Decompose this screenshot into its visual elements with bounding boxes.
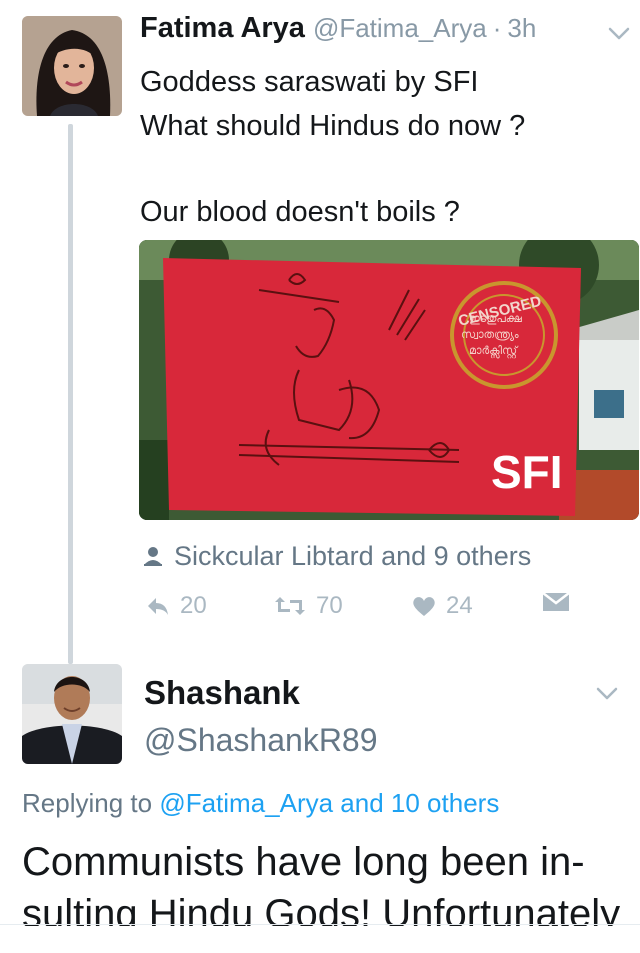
chevron-down-icon[interactable] [594,682,620,704]
like-button[interactable]: 24 [412,592,473,620]
svg-text:മാർക്സിസ്റ്റ്: മാർക്സിസ്റ്റ് [469,344,519,359]
reply-icon [148,598,168,615]
bottom-bar [0,926,640,953]
reply-button[interactable]: 20 [146,592,207,620]
tweet-text-line: What should Hindus do now ? [140,110,526,142]
avatar[interactable] [22,664,122,764]
direct-message-button[interactable] [542,592,580,612]
reply-author-handle[interactable]: @ShashankR89 [144,722,378,759]
bottom-divider [0,924,640,925]
svg-text:സ്വാതന്ത്ര്യം: സ്വാതന്ത്ര്യം [461,328,519,341]
banner-photo: ഇടതുപക്ഷ സ്വാതന്ത്ര്യം മാർക്സിസ്റ്റ് CEN… [139,240,639,520]
tweet-text-line: Our blood doesn't boils ? [140,196,460,228]
avatar[interactable] [22,16,122,116]
reply-author-name[interactable]: Shashank [144,674,300,712]
author-handle[interactable]: @Fatima_Arya [313,13,487,44]
replying-to-line: Replying to @Fatima_Arya and 10 others [22,788,499,819]
author-name[interactable]: Fatima Arya [140,12,305,45]
replying-to-link[interactable]: @Fatima_Arya and 10 others [159,788,499,818]
tweet-text-line [140,148,620,190]
person-icon [144,547,162,566]
reply-text-line: Communists have long been in- [22,840,585,884]
avatar-photo [22,664,122,764]
retweet-count: 70 [316,592,343,619]
avatar-photo [22,16,122,116]
tweet-actions: 20 70 24 [146,592,576,628]
like-count: 24 [446,592,473,619]
retweet-button[interactable]: 70 [274,592,343,620]
chevron-down-icon[interactable] [606,22,632,44]
tweet-timestamp[interactable]: 3h [507,13,536,44]
heart-icon [413,597,435,616]
direct-message-icon [542,592,570,611]
thread-connector-line [68,124,73,664]
retweet-icon [275,597,305,615]
tweet-text-line: Goddess saraswati by SFI [140,66,479,98]
header-separator: · [492,13,502,43]
tweet-header: Fatima Arya @Fatima_Arya · 3h [140,12,620,52]
liked-by-text: Sickcular Libtard and 9 others [174,540,532,571]
tweet-media-image[interactable]: ഇടതുപക്ഷ സ്വാതന്ത്ര്യം മാർക്സിസ്റ്റ് CEN… [139,240,639,520]
tweet-text: Goddess saraswati by SFI What should Hin… [140,60,620,234]
liked-by-row[interactable]: Sickcular Libtard and 9 others [142,538,531,574]
banner-sfi-text: SFI [491,446,563,498]
replying-to-prefix: Replying to [22,788,153,818]
reply-count: 20 [180,592,207,619]
